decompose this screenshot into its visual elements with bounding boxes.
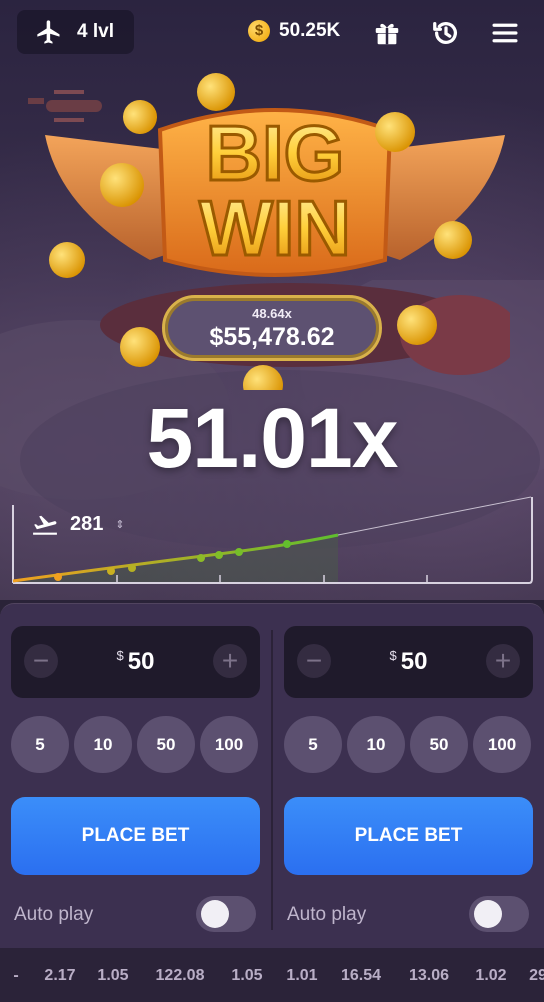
bet-amount-value: 50 [400,648,428,675]
increase-bet-button[interactable]: + [486,644,520,678]
auto-play-row: Auto play [284,896,533,932]
balance-value: 50.25K [279,20,341,41]
history-item: 2.17 [44,967,76,984]
bet-slot-2: − $50 + 5 10 50 100 PLACE BET Auto play [284,626,533,932]
increase-bet-button[interactable]: + [213,644,247,678]
history-item: 16.54 [340,967,382,984]
flight-graph [12,496,533,584]
toggle-knob [474,900,502,928]
win-amount: $55,478.62 [209,323,335,351]
quick-bet-50[interactable]: 50 [137,716,195,773]
win-amount-badge: 48.64x $55,478.62 [162,295,382,361]
win-multiplier: 48.64x [252,306,292,321]
auto-play-label: Auto play [287,904,367,925]
toggle-knob [201,900,229,928]
takeoff-icon [33,515,57,535]
currency-symbol: $ [389,648,397,663]
plane-icon [37,20,60,44]
bet-slot-1: − $50 + 5 10 50 100 PLACE BET Auto play [11,626,260,932]
level-badge[interactable]: 4 lvl [17,10,134,54]
quick-bet-row: 5 10 50 100 [284,716,533,773]
level-label: 4 lvl [77,21,114,42]
auto-play-toggle[interactable] [469,896,529,932]
currency-symbol: $ [116,648,124,663]
auto-play-toggle[interactable] [196,896,256,932]
top-bar: 4 lvl $ 50.25K [17,10,526,54]
quick-bet-100[interactable]: 100 [200,716,258,773]
auto-play-label: Auto play [14,904,94,925]
menu-icon[interactable] [490,18,520,48]
players-counter[interactable]: 281 ⇕ [32,513,125,536]
panel-divider [271,630,273,930]
history-item: 1.05 [97,967,129,984]
history-item: 122.08 [155,967,205,984]
history-item: 13.06 [408,967,450,984]
coin-icon: $ [248,20,270,42]
place-bet-button[interactable]: PLACE BET [284,797,533,875]
history-item: - [13,967,19,984]
auto-play-row: Auto play [11,896,260,932]
quick-bet-10[interactable]: 10 [347,716,405,773]
bet-amount-box: − $50 + [11,626,260,698]
history-icon[interactable] [431,18,461,48]
bet-panel: − $50 + 5 10 50 100 PLACE BET Auto play … [0,603,544,948]
quick-bet-row: 5 10 50 100 [11,716,260,773]
place-bet-button[interactable]: PLACE BET [11,797,260,875]
history-item: 29 [529,967,544,984]
quick-bet-100[interactable]: 100 [473,716,531,773]
bet-amount-box: − $50 + [284,626,533,698]
sort-icon: ⇕ [115,519,125,531]
game-scene: 4 lvl $ 50.25K BIG WIN 48.64x $55,478.62… [0,0,544,600]
bet-amount-value: 50 [127,648,155,675]
quick-bet-50[interactable]: 50 [410,716,468,773]
current-multiplier: 51.01x [146,391,399,485]
gift-icon[interactable] [372,18,402,48]
round-history[interactable]: - 2.17 1.05 122.08 1.05 1.01 16.54 13.06… [0,948,544,1002]
quick-bet-5[interactable]: 5 [284,716,342,773]
history-item: 1.01 [286,967,318,984]
history-item: 1.02 [475,967,507,984]
balance: $ 50.25K [248,20,340,42]
history-item: 1.05 [231,967,263,984]
win-label: WIN [199,184,351,272]
players-count: 281 [70,513,104,535]
quick-bet-10[interactable]: 10 [74,716,132,773]
quick-bet-5[interactable]: 5 [11,716,69,773]
